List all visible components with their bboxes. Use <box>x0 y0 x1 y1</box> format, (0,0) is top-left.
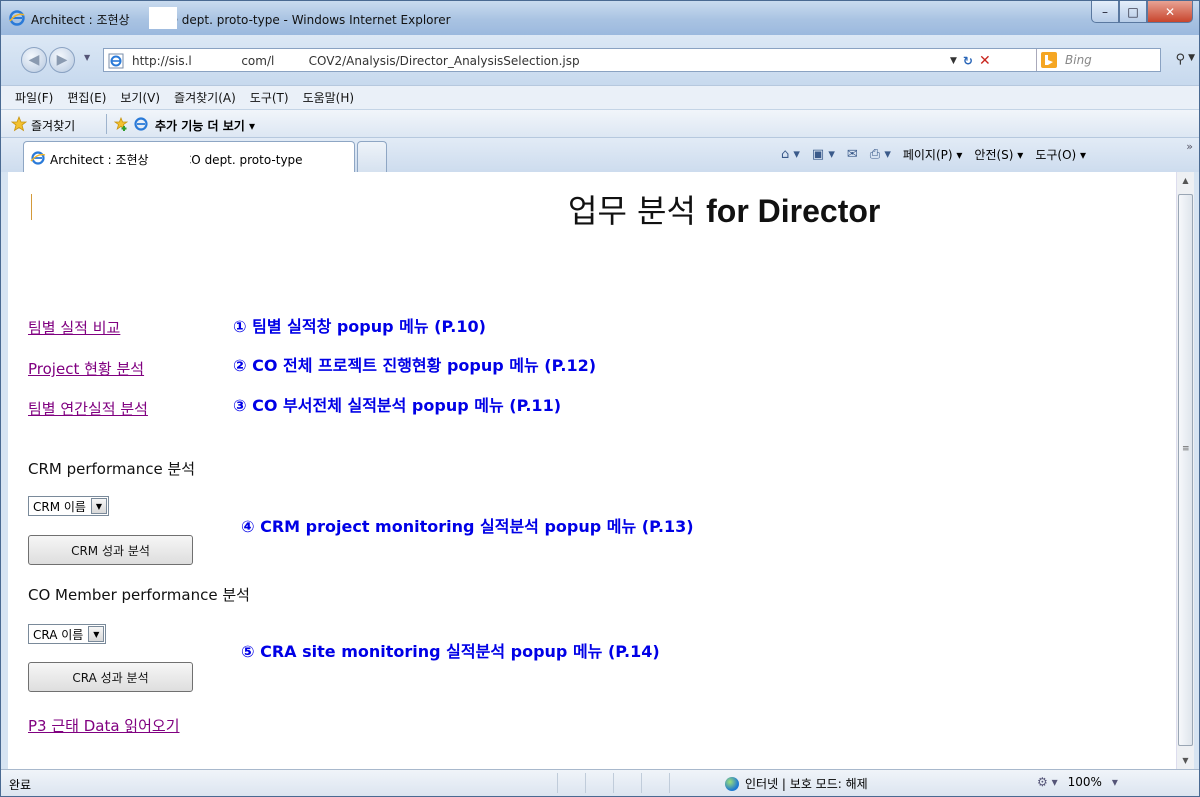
refresh-icon[interactable]: ↻ <box>963 54 973 68</box>
ie-icon <box>9 10 25 26</box>
cra-analysis-button[interactable]: CRA 성과 분석 <box>28 662 193 692</box>
stop-icon[interactable]: ✕ <box>979 53 991 69</box>
home-icon[interactable]: ⌂ ▾ <box>781 147 800 162</box>
status-text: 완료 <box>9 778 32 792</box>
browser-window: Architect : 조현상 CO dept. proto-type - Wi… <box>0 0 1200 797</box>
crm-select-value: CRM 이름 <box>33 499 86 514</box>
tools-menu[interactable]: 도구(O) ▾ <box>1035 146 1086 163</box>
chevron-down-icon: ▼ <box>90 498 107 514</box>
page-menu[interactable]: 페이지(P) ▾ <box>903 146 963 163</box>
crm-analysis-button[interactable]: CRM 성과 분석 <box>28 535 193 565</box>
url-field[interactable]: http://sis.l .com/l COV2/Analysis/Direct… <box>103 48 1161 72</box>
minimize-button[interactable]: – <box>1091 1 1119 23</box>
star-icon[interactable] <box>11 116 27 132</box>
crm-name-select[interactable]: CRM 이름 ▼ <box>28 496 109 516</box>
safety-menu[interactable]: 안전(S) ▾ <box>974 146 1023 163</box>
status-cells <box>557 773 697 793</box>
menu-help[interactable]: 도움말(H) <box>303 89 355 106</box>
window-title: Architect : 조현상 CO dept. proto-type - Wi… <box>31 13 451 27</box>
redacted-block <box>149 7 177 29</box>
forward-arrow-icon: ▶ <box>56 52 68 68</box>
zoom-control[interactable]: ⚙ ▾ 100% ▾ <box>1037 775 1118 789</box>
search-dropdown-icon[interactable]: ▼ <box>1188 53 1195 63</box>
page-title-en: for Director <box>706 193 881 229</box>
globe-icon <box>725 776 739 791</box>
menu-favorites[interactable]: 즐겨찾기(A) <box>174 89 236 106</box>
bing-icon <box>1041 52 1057 68</box>
redacted-block <box>276 51 306 69</box>
ie-icon <box>134 117 148 131</box>
maximize-button[interactable]: □ <box>1119 1 1147 23</box>
divider <box>106 114 107 134</box>
more-addons-button[interactable]: 추가 기능 더 보기 ▾ <box>155 117 255 134</box>
chevron-down-icon: ▼ <box>88 626 105 642</box>
scroll-thumb[interactable] <box>1178 194 1193 746</box>
url-tools: ▼ ↻ ✕ <box>950 50 991 72</box>
rss-icon[interactable]: ▣ ▾ <box>812 147 835 162</box>
back-button[interactable]: ◀ <box>21 47 47 73</box>
scroll-grip-icon: ≡ <box>1182 444 1190 454</box>
vertical-scrollbar[interactable]: ▲ ≡ ▼ <box>1176 172 1194 769</box>
search-icon[interactable]: ⚲ <box>1175 52 1185 67</box>
tab-bar: Architect : 조현상 CO dept. proto-type ⌂ ▾ … <box>1 137 1199 173</box>
scroll-up-icon[interactable]: ▲ <box>1177 172 1194 189</box>
menu-edit[interactable]: 편집(E) <box>67 89 106 106</box>
search-field[interactable]: Bing <box>1036 49 1160 71</box>
team-annual-link[interactable]: 팀별 연간실적 분석 <box>28 398 148 419</box>
text-cursor <box>31 194 32 220</box>
url-dropdown-icon[interactable]: ▼ <box>950 56 957 66</box>
cra-name-select[interactable]: CRA 이름 ▼ <box>28 624 107 644</box>
address-bar: ◀ ▶ ▼ http://sis.l .com/l COV2/Analysis/… <box>1 35 1199 85</box>
annotation-3: ③ CO 부서전체 실적분석 popup 메뉴 (P.11) <box>233 396 562 415</box>
menu-tools[interactable]: 도구(T) <box>250 89 289 106</box>
ie-page-icon <box>108 53 124 69</box>
search-placeholder: Bing <box>1065 53 1092 67</box>
menu-file[interactable]: 파일(F) <box>15 89 53 106</box>
mail-icon[interactable]: ✉ <box>847 147 858 162</box>
annotation-4: ④ CRM project monitoring 실적분석 popup 메뉴 (… <box>241 517 694 536</box>
page-title: 업무 분석 for Director <box>568 186 880 232</box>
zone-text: 인터넷 | 보호 모드: 해제 <box>745 777 868 791</box>
cra-section-label: CO Member performance 분석 <box>28 586 250 604</box>
zoom-level: 100% <box>1067 775 1102 789</box>
page-content: 업무 분석 for Director 팀별 실적 비교 ① 팀별 실적창 pop… <box>8 172 1176 769</box>
favorites-button[interactable]: 즐겨찾기 <box>31 117 75 134</box>
crm-section-label: CRM performance 분석 <box>28 460 196 478</box>
window-controls: – □ ✕ <box>1091 1 1193 23</box>
close-button[interactable]: ✕ <box>1147 1 1193 23</box>
security-zone[interactable]: 인터넷 | 보호 모드: 해제 <box>725 775 868 792</box>
title-bar: Architect : 조현상 CO dept. proto-type - Wi… <box>1 1 1199 35</box>
chevron-right-icon[interactable]: » <box>1186 140 1193 153</box>
menu-view[interactable]: 보기(V) <box>120 89 160 106</box>
lock-icon: ⚙ ▾ <box>1037 775 1058 789</box>
p3-attendance-link[interactable]: P3 근태 Data 읽어오기 <box>28 715 180 736</box>
menu-bar: 파일(F) 편집(E) 보기(V) 즐겨찾기(A) 도구(T) 도움말(H) <box>1 85 1199 109</box>
redacted-block <box>164 146 190 168</box>
forward-button[interactable]: ▶ <box>49 47 75 73</box>
cra-select-value: CRA 이름 <box>33 627 84 642</box>
page-title-ko: 업무 분석 <box>568 192 696 230</box>
ie-icon <box>30 151 46 165</box>
command-bar: ⌂ ▾ ▣ ▾ ✉ ⎙ ▾ 페이지(P) ▾ 안전(S) ▾ 도구(O) ▾ <box>781 146 1086 163</box>
chevron-down-icon: ▾ <box>1111 775 1118 789</box>
print-icon[interactable]: ⎙ ▾ <box>870 147 891 162</box>
annotation-1: ① 팀별 실적창 popup 메뉴 (P.10) <box>233 317 486 336</box>
team-performance-link[interactable]: 팀별 실적 비교 <box>28 317 120 338</box>
redacted-block <box>200 51 242 69</box>
back-arrow-icon: ◀ <box>28 52 40 68</box>
scroll-down-icon[interactable]: ▼ <box>1177 752 1194 769</box>
add-favorite-icon[interactable] <box>113 116 129 132</box>
annotation-5: ⑤ CRA site monitoring 실적분석 popup 메뉴 (P.1… <box>241 642 660 661</box>
tab-active[interactable]: Architect : 조현상 CO dept. proto-type <box>23 141 355 173</box>
status-bar: 완료 인터넷 | 보호 모드: 해제 ⚙ ▾ 100% ▾ <box>1 769 1199 796</box>
favorites-bar: 즐겨찾기 추가 기능 더 보기 ▾ <box>1 109 1199 137</box>
history-dropdown-icon[interactable]: ▼ <box>84 53 90 62</box>
new-tab-button[interactable] <box>357 141 387 173</box>
annotation-2: ② CO 전체 프로젝트 진행현황 popup 메뉴 (P.12) <box>233 356 597 375</box>
project-status-link[interactable]: Project 현황 분석 <box>28 358 144 379</box>
